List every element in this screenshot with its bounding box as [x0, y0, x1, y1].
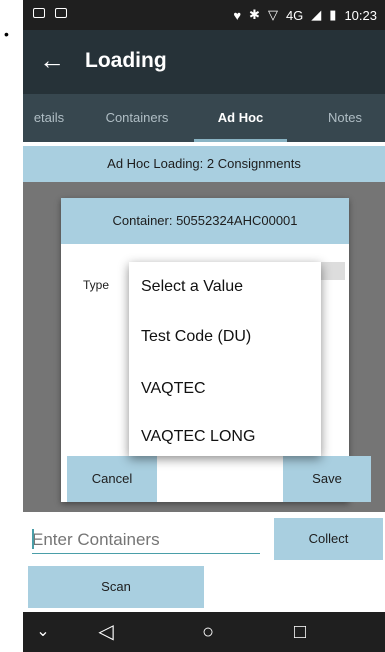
tab-containers[interactable]: Containers [87, 94, 187, 142]
phone-screen: ♥ ✱ ▽ 4G ◢ ▮ 10:23 ← Loading etails Cont… [23, 0, 385, 652]
back-triangle-icon[interactable]: ◁ [91, 620, 121, 644]
battery-icon: ▮ [329, 7, 337, 22]
type-select[interactable] [319, 262, 345, 280]
page-title: Loading [85, 49, 167, 72]
dialog-title: Container: 50552324AHC00001 [61, 198, 349, 244]
scan-button[interactable]: Scan [28, 566, 204, 608]
tab-details[interactable]: etails [23, 94, 81, 142]
chevron-down-icon[interactable]: ⌄ [31, 620, 55, 644]
location-icon: ♥ [233, 7, 242, 23]
app-bar: ← Loading [23, 30, 385, 94]
collect-button[interactable]: Collect [274, 518, 383, 560]
recents-square-icon[interactable]: □ [285, 620, 315, 644]
dropdown-option[interactable]: VAQTEC LONG [141, 428, 255, 446]
bluetooth-icon: ✱ [249, 7, 260, 22]
consignments-banner: Ad Hoc Loading: 2 Consignments [23, 146, 385, 182]
back-arrow-icon[interactable]: ← [39, 45, 65, 75]
wifi-icon: ▽ [267, 7, 278, 22]
cancel-button[interactable]: Cancel [67, 456, 157, 502]
dropdown-option[interactable]: VAQTEC [141, 380, 206, 398]
tab-indicator [194, 139, 287, 142]
tab-notes[interactable]: Notes [305, 94, 385, 142]
type-dropdown: Select a Value Test Code (DU) VAQTEC VAQ… [129, 262, 321, 456]
mail-icon [33, 8, 45, 18]
enter-containers-input[interactable] [32, 526, 260, 554]
notification-icon [55, 8, 67, 18]
status-bar: ♥ ✱ ▽ 4G ◢ ▮ 10:23 [23, 0, 385, 30]
home-circle-icon[interactable]: ○ [193, 620, 223, 644]
status-time: 10:23 [344, 7, 377, 23]
save-button[interactable]: Save [283, 456, 371, 502]
tab-ad-hoc[interactable]: Ad Hoc [194, 94, 287, 142]
network-type: 4G [285, 7, 304, 23]
dropdown-option[interactable]: Select a Value [141, 278, 243, 296]
signal-icon: ◢ [311, 7, 322, 22]
tab-bar: etails Containers Ad Hoc Notes [23, 94, 385, 142]
list-bullet: • [4, 26, 9, 42]
dropdown-option[interactable]: Test Code (DU) [141, 328, 251, 346]
text-cursor [32, 529, 34, 549]
type-label: Type [83, 278, 110, 292]
system-nav-bar: ⌄ ◁ ○ □ [23, 612, 385, 652]
